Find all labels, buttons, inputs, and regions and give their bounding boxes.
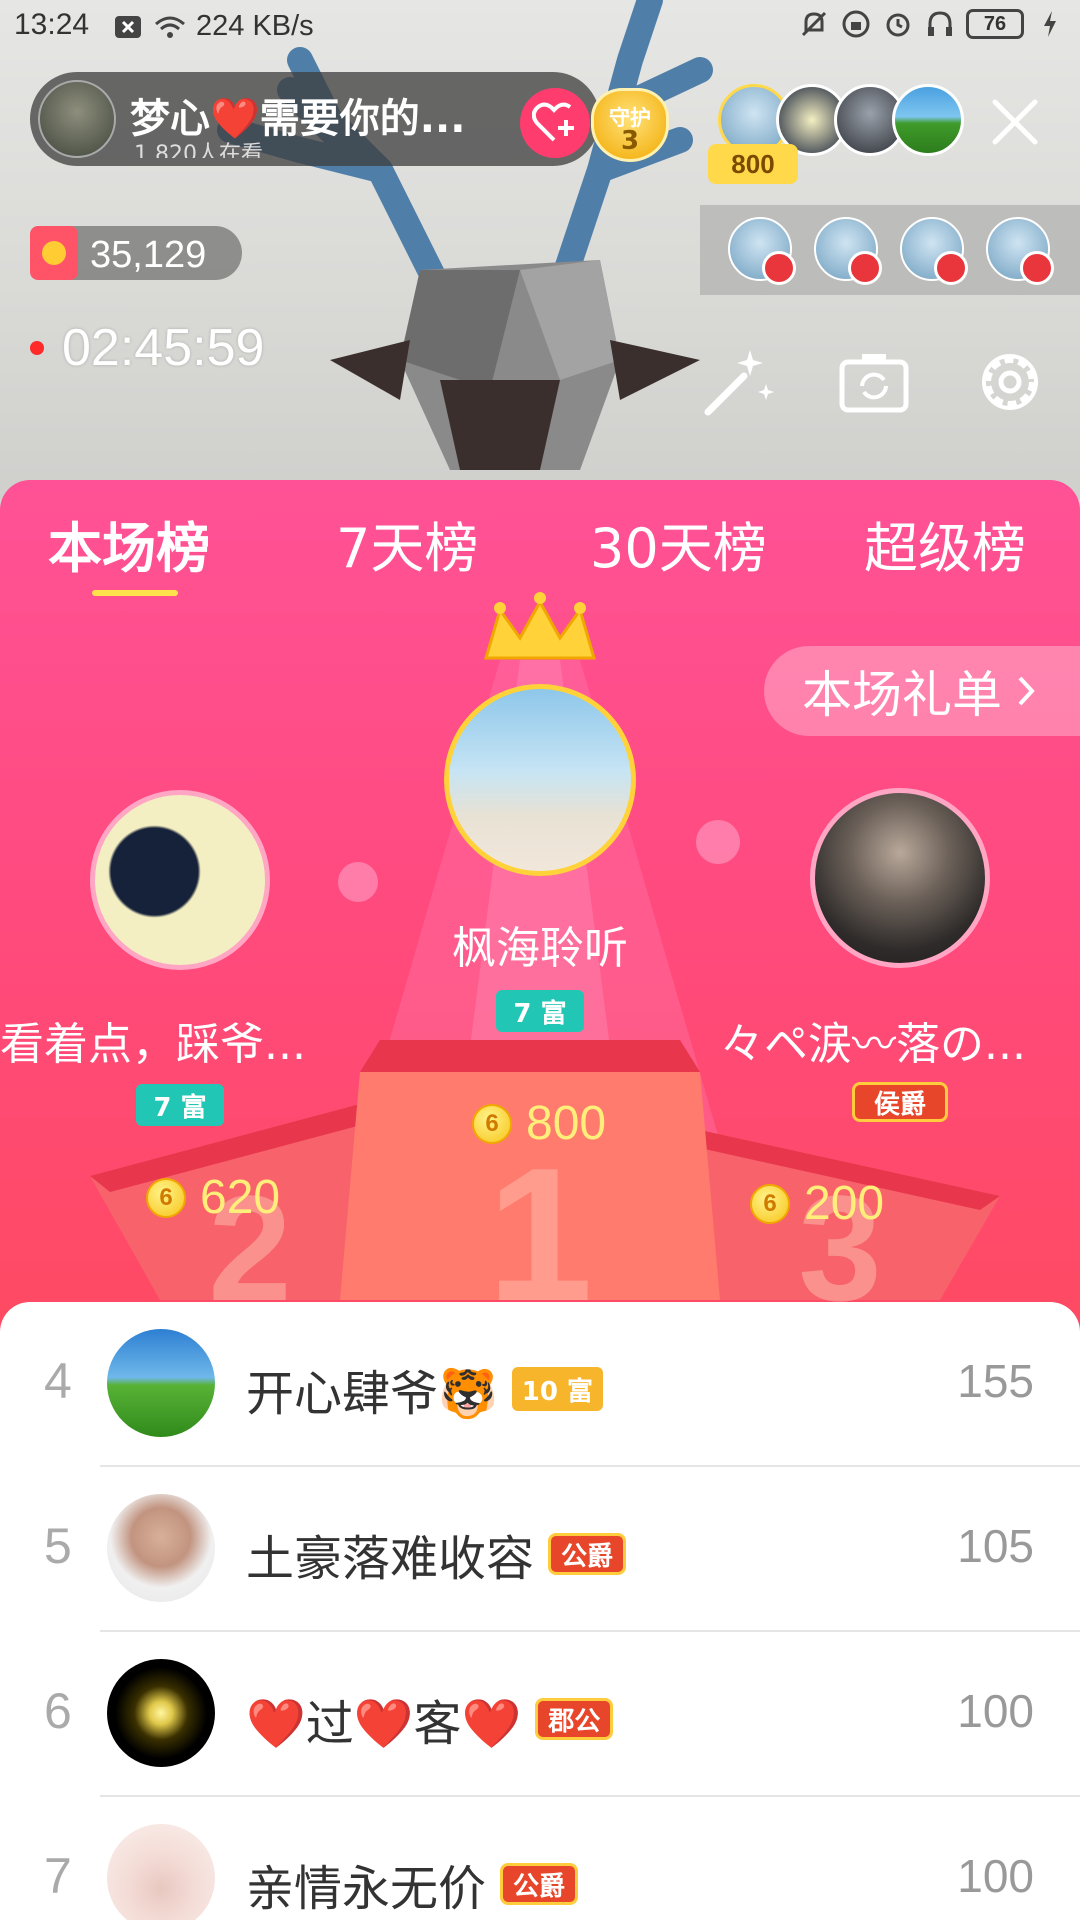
lock-rotation-icon (840, 8, 872, 40)
third-place-avatar[interactable] (810, 788, 990, 968)
user-avatar[interactable] (107, 1494, 215, 1602)
seat-avatar[interactable] (900, 217, 968, 285)
mute-bell-icon (798, 8, 830, 40)
third-place-name[interactable]: 々ペ涙〰落の... (720, 1008, 1050, 1072)
ranking-list: 4 开心肆爷🐯 10 富 155 5 土豪落难收容 公爵 105 6 ❤️过❤️… (0, 1302, 1080, 1920)
sofa-icon (762, 251, 796, 285)
sofa-icon (848, 251, 882, 285)
user-name: 开心肆爷🐯 (246, 1366, 498, 1422)
seat-avatar[interactable] (728, 217, 796, 285)
second-place-name[interactable]: 看着点，踩爷... (0, 1008, 330, 1072)
heart-plus-icon (532, 102, 574, 142)
live-dot-icon (30, 341, 44, 355)
rank-number: 7 (44, 1848, 72, 1904)
second-place-avatar[interactable] (90, 790, 270, 970)
first-place-rich-badge: 7 富 (496, 990, 584, 1032)
seat-avatar[interactable] (986, 217, 1054, 285)
wifi-icon (154, 11, 186, 43)
top-viewer-badge: 800 (708, 144, 798, 184)
second-place-coins-value: 620 (200, 1171, 281, 1224)
settings-button[interactable] (972, 344, 1048, 420)
user-avatar[interactable] (107, 1659, 215, 1767)
list-item[interactable]: 5 土豪落难收容 公爵 105 (0, 1467, 1080, 1632)
live-timer-value: 02:45:59 (62, 319, 265, 377)
tab-7-days[interactable]: 7天榜 (336, 504, 478, 583)
status-bar: 13:24 224 KB/s 76 (0, 0, 1080, 52)
user-score: 155 (957, 1355, 1034, 1407)
user-name: ❤️过❤️客❤️ (246, 1696, 522, 1752)
camera-flip-icon (839, 354, 909, 413)
user-avatar[interactable] (107, 1329, 215, 1437)
coin-icon: 6 (750, 1183, 790, 1224)
user-name: 亲情永无价 (246, 1861, 487, 1917)
seat-avatar[interactable] (814, 217, 882, 285)
second-place-coins: 6 620 (146, 1170, 280, 1225)
alarm-icon (882, 8, 914, 40)
first-place-avatar[interactable] (444, 684, 636, 876)
gift-list-label: 本场礼单 (802, 666, 1002, 724)
list-item[interactable]: 4 开心肆爷🐯 10 富 155 (0, 1302, 1080, 1467)
tab-30-days[interactable]: 30天榜 (590, 504, 767, 583)
beauty-button[interactable] (700, 344, 776, 420)
noble-badge: 郡公 (535, 1698, 614, 1740)
second-place-rich-badge: 7 富 (136, 1084, 224, 1126)
close-button[interactable] (985, 92, 1045, 152)
first-place-name[interactable]: 枫海聆听 (340, 912, 740, 976)
magic-wand-icon (704, 350, 774, 416)
rank-number: 5 (44, 1518, 72, 1574)
gift-list-button[interactable]: 本场礼单 (764, 646, 1080, 736)
host-info-pill[interactable]: 梦心❤️需要你的... 1,820人在看 (30, 72, 600, 166)
follow-button[interactable] (520, 88, 590, 158)
crown-icon (484, 592, 596, 660)
guard-count: 3 (620, 126, 640, 156)
headphones-icon (924, 8, 956, 40)
camera-flip-button[interactable] (836, 344, 912, 420)
close-icon (992, 99, 1038, 145)
first-place-coins-value: 800 (526, 1097, 607, 1150)
user-score: 105 (957, 1520, 1034, 1572)
audience-seats (700, 205, 1080, 295)
user-score: 100 (957, 1685, 1034, 1737)
guard-badge[interactable]: 守护 3 (585, 80, 675, 164)
user-avatar[interactable] (107, 1824, 215, 1920)
rich-level-badge: 10 富 (511, 1367, 604, 1411)
charging-icon (1034, 8, 1066, 40)
viewer-avatar[interactable] (892, 84, 964, 156)
gear-icon (982, 354, 1038, 410)
notification-x-icon (112, 11, 144, 43)
noble-badge: 公爵 (548, 1533, 627, 1575)
chevron-right-icon (1018, 676, 1035, 706)
host-avatar[interactable] (38, 80, 116, 158)
third-place-coins: 6 200 (750, 1176, 884, 1231)
sofa-icon (934, 251, 968, 285)
user-score: 100 (957, 1850, 1034, 1902)
coin-icon: 6 (146, 1177, 186, 1218)
coin-icon (30, 226, 78, 280)
live-timer: 02:45:59 (30, 318, 264, 378)
rank-number: 4 (44, 1353, 72, 1409)
list-item[interactable]: 6 ❤️过❤️客❤️ 郡公 100 (0, 1632, 1080, 1797)
ranking-tabs: 本场榜 7天榜 30天榜 超级榜 (0, 480, 1080, 600)
net-speed: 224 KB/s (196, 10, 314, 42)
noble-badge: 公爵 (500, 1863, 579, 1905)
battery-indicator: 76 (966, 9, 1024, 39)
coin-balance[interactable]: 35,129 (30, 226, 242, 280)
coin-icon: 6 (472, 1103, 512, 1144)
tab-active-indicator (92, 590, 178, 596)
coin-balance-value: 35,129 (90, 234, 207, 276)
third-place-noble-badge: 侯爵 (852, 1082, 948, 1122)
tab-current-session[interactable]: 本场榜 (48, 504, 210, 583)
sofa-icon (1020, 251, 1054, 285)
viewer-count: 1,820人在看 (134, 142, 263, 158)
tab-super[interactable]: 超级榜 (864, 504, 1026, 583)
status-time: 13:24 (14, 8, 90, 41)
user-name: 土豪落难收容 (246, 1531, 535, 1587)
rank-number: 6 (44, 1683, 72, 1739)
list-item[interactable]: 7 亲情永无价 公爵 100 (0, 1797, 1080, 1920)
third-place-coins-value: 200 (804, 1177, 885, 1230)
first-place-coins: 6 800 (472, 1096, 606, 1151)
